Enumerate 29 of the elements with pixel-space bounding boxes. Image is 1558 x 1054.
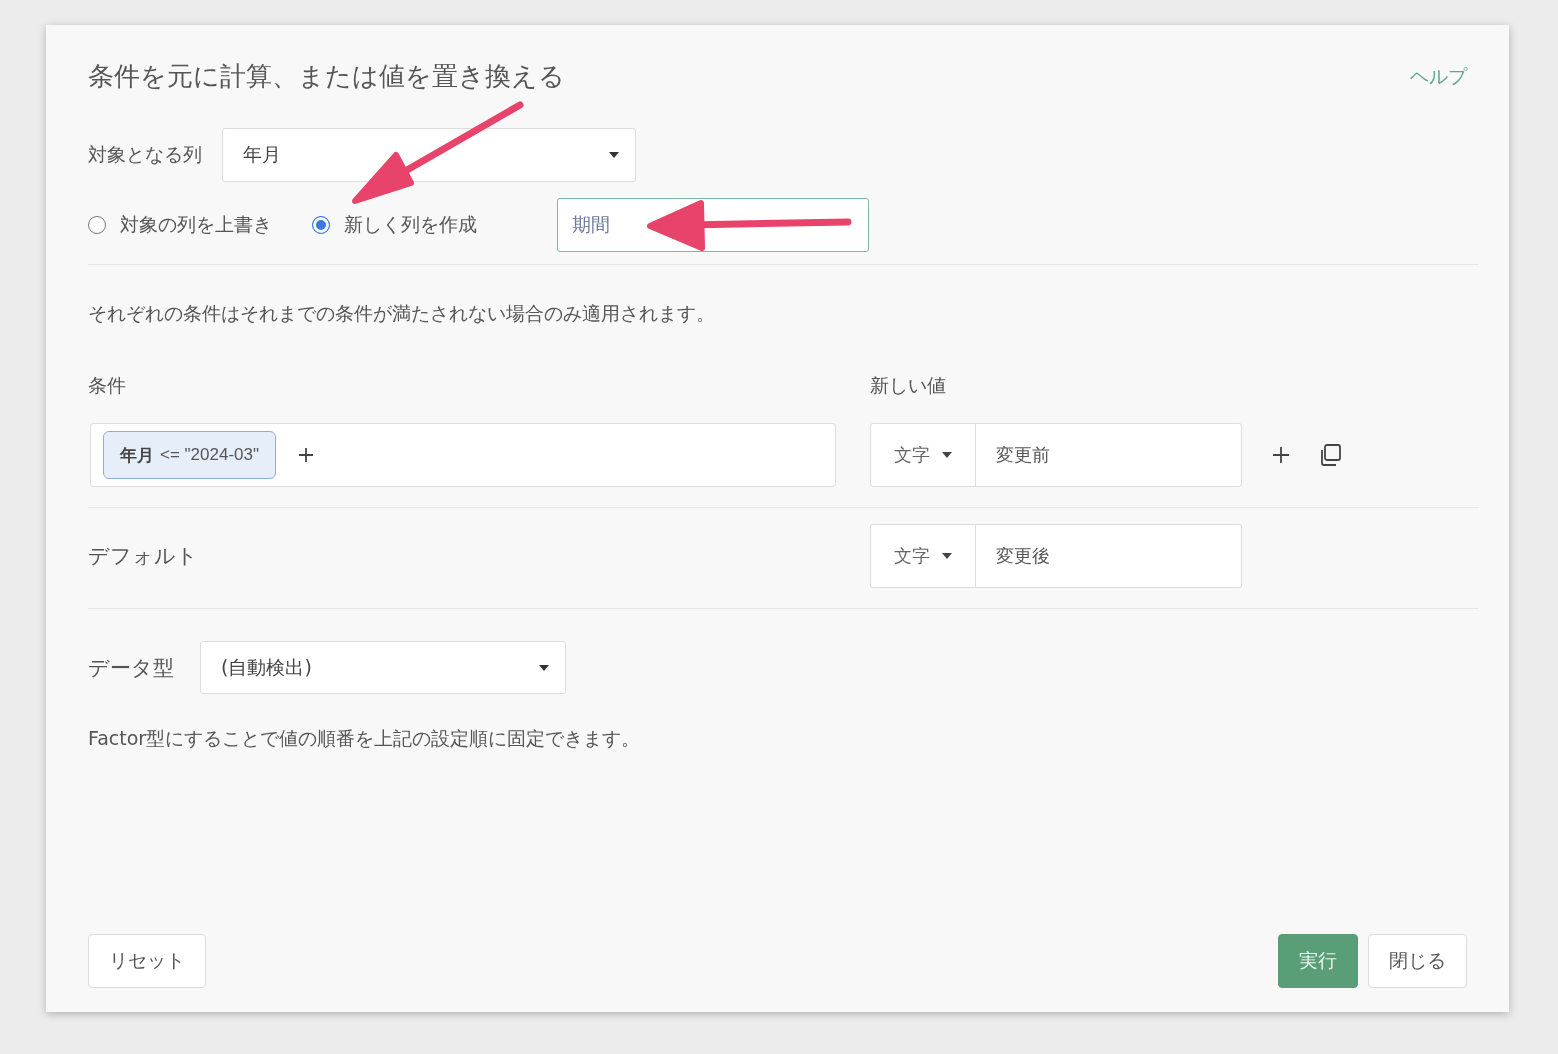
condition-field[interactable]: 年月 <= "2024-03" <box>90 423 836 487</box>
value-field[interactable]: 文字 変更前 <box>870 423 1242 487</box>
radio-label: 対象の列を上書き <box>120 212 272 237</box>
reset-button[interactable]: リセット <box>88 934 206 988</box>
caret-icon <box>609 152 619 158</box>
column-header: 新しい値 <box>870 373 947 398</box>
radio-label: 新しく列を作成 <box>344 212 477 237</box>
caret-icon <box>942 553 952 559</box>
caret-icon <box>942 452 952 458</box>
info-text: それぞれの条件はそれまでの条件が満たされない場合のみ適用されます。 <box>88 301 716 326</box>
caret-icon <box>539 664 549 671</box>
radio-button[interactable] <box>312 216 330 234</box>
column-header: 条件 <box>88 373 127 398</box>
radio-button[interactable] <box>88 216 106 234</box>
note-text: Factor型にすることで値の順番を上記の設定順に固定できます。 <box>88 726 642 751</box>
close-button[interactable]: 閉じる <box>1368 934 1467 988</box>
default-label: デフォルト <box>88 543 199 570</box>
column-select[interactable]: 年月 <box>222 128 636 182</box>
field-label: 対象となる列 <box>88 142 202 167</box>
add-icon[interactable] <box>298 447 315 463</box>
dialog-title: 条件を元に計算、または値を置き換える <box>88 60 565 93</box>
copy-icon[interactable] <box>1318 443 1342 467</box>
add-icon[interactable] <box>1272 446 1290 464</box>
type-select[interactable]: 文字 <box>871 424 976 486</box>
value-field[interactable]: 文字 変更後 <box>870 524 1242 588</box>
condition-chip[interactable]: 年月 <= "2024-03" <box>103 431 277 479</box>
data-type-select[interactable]: (自動検出) <box>200 641 566 694</box>
type-select[interactable]: 文字 <box>871 525 976 587</box>
field-label: データ型 <box>88 654 174 682</box>
